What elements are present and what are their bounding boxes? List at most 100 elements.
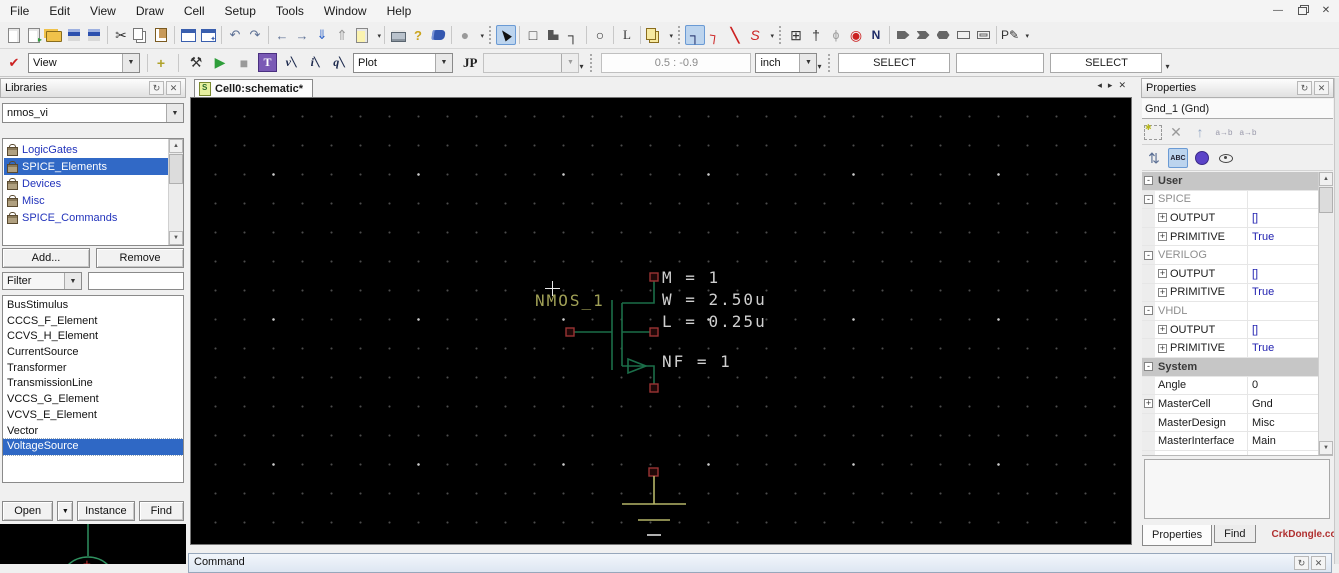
property-value[interactable] — [1247, 358, 1319, 376]
tab-properties[interactable]: Properties — [1142, 525, 1213, 546]
toolbar-options-caret[interactable]: ▾ — [817, 62, 821, 71]
rename-property-icon[interactable]: a→b — [1214, 122, 1234, 142]
wire-tool-icon[interactable]: ┐ — [685, 25, 705, 45]
delete-property-icon[interactable]: ✕ — [1166, 122, 1186, 142]
other-port-tool-icon[interactable] — [953, 25, 973, 45]
prop-row-verilog-primitive[interactable]: + PRIMITIVE True — [1142, 283, 1319, 303]
add-library-button[interactable]: Add... — [2, 248, 90, 268]
property-value[interactable]: True — [1247, 339, 1319, 357]
plot-combo[interactable]: Plot ▼ — [353, 52, 453, 73]
chevron-down-icon[interactable]: ▼ — [122, 53, 139, 72]
panel-close-icon[interactable]: ✕ — [1311, 556, 1326, 570]
pan-view-icon[interactable]: + — [151, 53, 171, 73]
goto-window-icon[interactable] — [178, 25, 198, 45]
close-icon[interactable]: ✕ — [1319, 3, 1333, 17]
property-value[interactable]: 0 — [1247, 376, 1319, 395]
prop-group-vhdl[interactable]: - VHDL — [1142, 302, 1319, 321]
filter-input[interactable] — [88, 272, 184, 290]
prop-section-user[interactable]: - User — [1142, 172, 1319, 191]
cell-item-voltagesource[interactable]: VoltageSource — [3, 438, 183, 456]
property-value[interactable]: Misc — [1247, 413, 1319, 432]
cell-item-vccs-g-element[interactable]: VCCS_G_Element — [3, 392, 183, 408]
tab-find[interactable]: Find — [1214, 525, 1256, 543]
cell-item-vcvs-e-element[interactable]: VCVS_E_Element — [3, 408, 183, 424]
property-value[interactable]: Gnd — [1247, 395, 1319, 413]
open-cell-icon[interactable] — [352, 25, 381, 45]
tspice-icon[interactable]: T — [258, 53, 277, 72]
scroll-down-icon[interactable]: ▼ — [1319, 441, 1333, 455]
prop-row-vhdl-output[interactable]: + OUTPUT [] — [1142, 320, 1319, 340]
scrollbar-thumb[interactable] — [1319, 187, 1333, 213]
open-cell-button[interactable]: Open — [2, 501, 54, 521]
property-value[interactable]: [] — [1247, 264, 1319, 283]
show-hidden-properties-icon[interactable] — [1216, 148, 1236, 168]
prop-row-vhdl-primitive[interactable]: + PRIMITIVE True — [1142, 339, 1319, 358]
param-m-label[interactable]: M = 1 — [662, 268, 720, 287]
param-w-label[interactable]: W = 2.50u — [662, 290, 767, 309]
expand-icon[interactable]: + — [1158, 343, 1167, 353]
cell-item-busstimulus[interactable]: BusStimulus — [3, 298, 183, 314]
toolbar-options-caret[interactable]: ▾ — [579, 62, 583, 71]
open-view-icon[interactable] — [24, 25, 44, 45]
chevron-down-icon[interactable]: ▼ — [166, 104, 183, 122]
menu-view[interactable]: View — [80, 0, 126, 22]
expand-icon[interactable]: + — [1158, 269, 1167, 279]
library-item-spice-commands[interactable]: SPICE_Commands — [4, 209, 168, 226]
prop-row-masterview[interactable]: MasterView Main — [1142, 450, 1319, 455]
circle-tool-icon[interactable]: ○ — [590, 25, 610, 45]
voltage-probe-icon[interactable]: v — [281, 53, 301, 73]
filter-combo[interactable]: Filter ▼ — [2, 272, 82, 290]
menu-draw[interactable]: Draw — [126, 0, 174, 22]
jp-icon[interactable]: JP — [463, 55, 477, 71]
setup-simulation-icon[interactable]: ⚒ — [186, 53, 206, 73]
scroll-up-icon[interactable]: ▲ — [1319, 172, 1333, 186]
minimize-icon[interactable]: — — [1271, 3, 1285, 17]
property-grid-scrollbar[interactable]: ▲ ▼ — [1318, 172, 1333, 455]
check-icon[interactable]: ✔ — [4, 53, 24, 73]
panel-float-icon[interactable]: ↻ — [1297, 81, 1312, 95]
in-port-tool-icon[interactable] — [893, 25, 913, 45]
view-mode-combo[interactable]: View ▼ — [28, 52, 140, 73]
label-tool-icon[interactable]: L — [617, 25, 637, 45]
help-icon[interactable]: ? — [408, 25, 428, 45]
select-tool-icon[interactable] — [496, 25, 516, 45]
menu-cell[interactable]: Cell — [174, 0, 215, 22]
expand-collapse-icon[interactable]: - — [1144, 306, 1153, 316]
find-button[interactable]: Find — [138, 501, 184, 521]
record-icon[interactable]: ◉ — [846, 25, 866, 45]
scroll-down-icon[interactable]: ▼ — [169, 231, 183, 245]
save-icon[interactable] — [64, 25, 84, 45]
prop-row-spice-primitive[interactable]: + PRIMITIVE True — [1142, 227, 1319, 247]
expand-collapse-icon[interactable]: - — [1144, 250, 1153, 260]
expand-collapse-icon[interactable]: + — [1144, 399, 1153, 409]
back-icon[interactable]: ← — [272, 25, 292, 45]
menu-tools[interactable]: Tools — [266, 0, 314, 22]
units-combo[interactable]: inch ▼ — [755, 52, 818, 73]
wire-45-tool-icon[interactable]: ┐ — [704, 24, 727, 47]
cut-icon[interactable]: ✂ — [111, 25, 131, 45]
box-tool-icon[interactable]: □ — [523, 25, 543, 45]
expand-icon[interactable]: + — [1158, 325, 1167, 335]
menu-setup[interactable]: Setup — [215, 0, 266, 22]
inout-port-tool-icon[interactable] — [933, 25, 953, 45]
new-design-icon[interactable] — [4, 25, 24, 45]
menu-help[interactable]: Help — [377, 0, 422, 22]
schematic-canvas[interactable]: NMOS_1 M = 1 W = 2.50u L = 0.25u NF = 1 — [190, 97, 1132, 545]
tab-close-icon[interactable]: ✕ — [1118, 80, 1126, 91]
prop-row-verilog-output[interactable]: + OUTPUT [] — [1142, 264, 1319, 284]
expand-icon[interactable]: + — [1158, 213, 1167, 223]
cell-item-transmissionline[interactable]: TransmissionLine — [3, 376, 183, 392]
prop-row-spice-output[interactable]: + OUTPUT [] — [1142, 209, 1319, 228]
user-guide-icon[interactable] — [428, 25, 448, 45]
library-item-spice-elements[interactable]: SPICE_Elements — [4, 158, 168, 175]
expand-collapse-icon[interactable]: - — [1144, 362, 1153, 372]
library-tree-scrollbar[interactable]: ▲ ▼ — [168, 139, 183, 245]
property-value[interactable]: True — [1247, 283, 1319, 302]
promote-property-icon[interactable]: ↑ — [1190, 122, 1210, 142]
path-tool-icon[interactable]: ┐ — [563, 25, 583, 45]
mouse-button-right-combo[interactable]: SELECT — [1050, 52, 1163, 73]
netlist-icon[interactable]: N — [866, 25, 886, 45]
tab-cell0-schematic[interactable]: Cell0:schematic* — [194, 79, 314, 97]
chevron-down-icon[interactable]: ▼ — [799, 53, 817, 72]
new-property-icon[interactable] — [1144, 123, 1162, 140]
